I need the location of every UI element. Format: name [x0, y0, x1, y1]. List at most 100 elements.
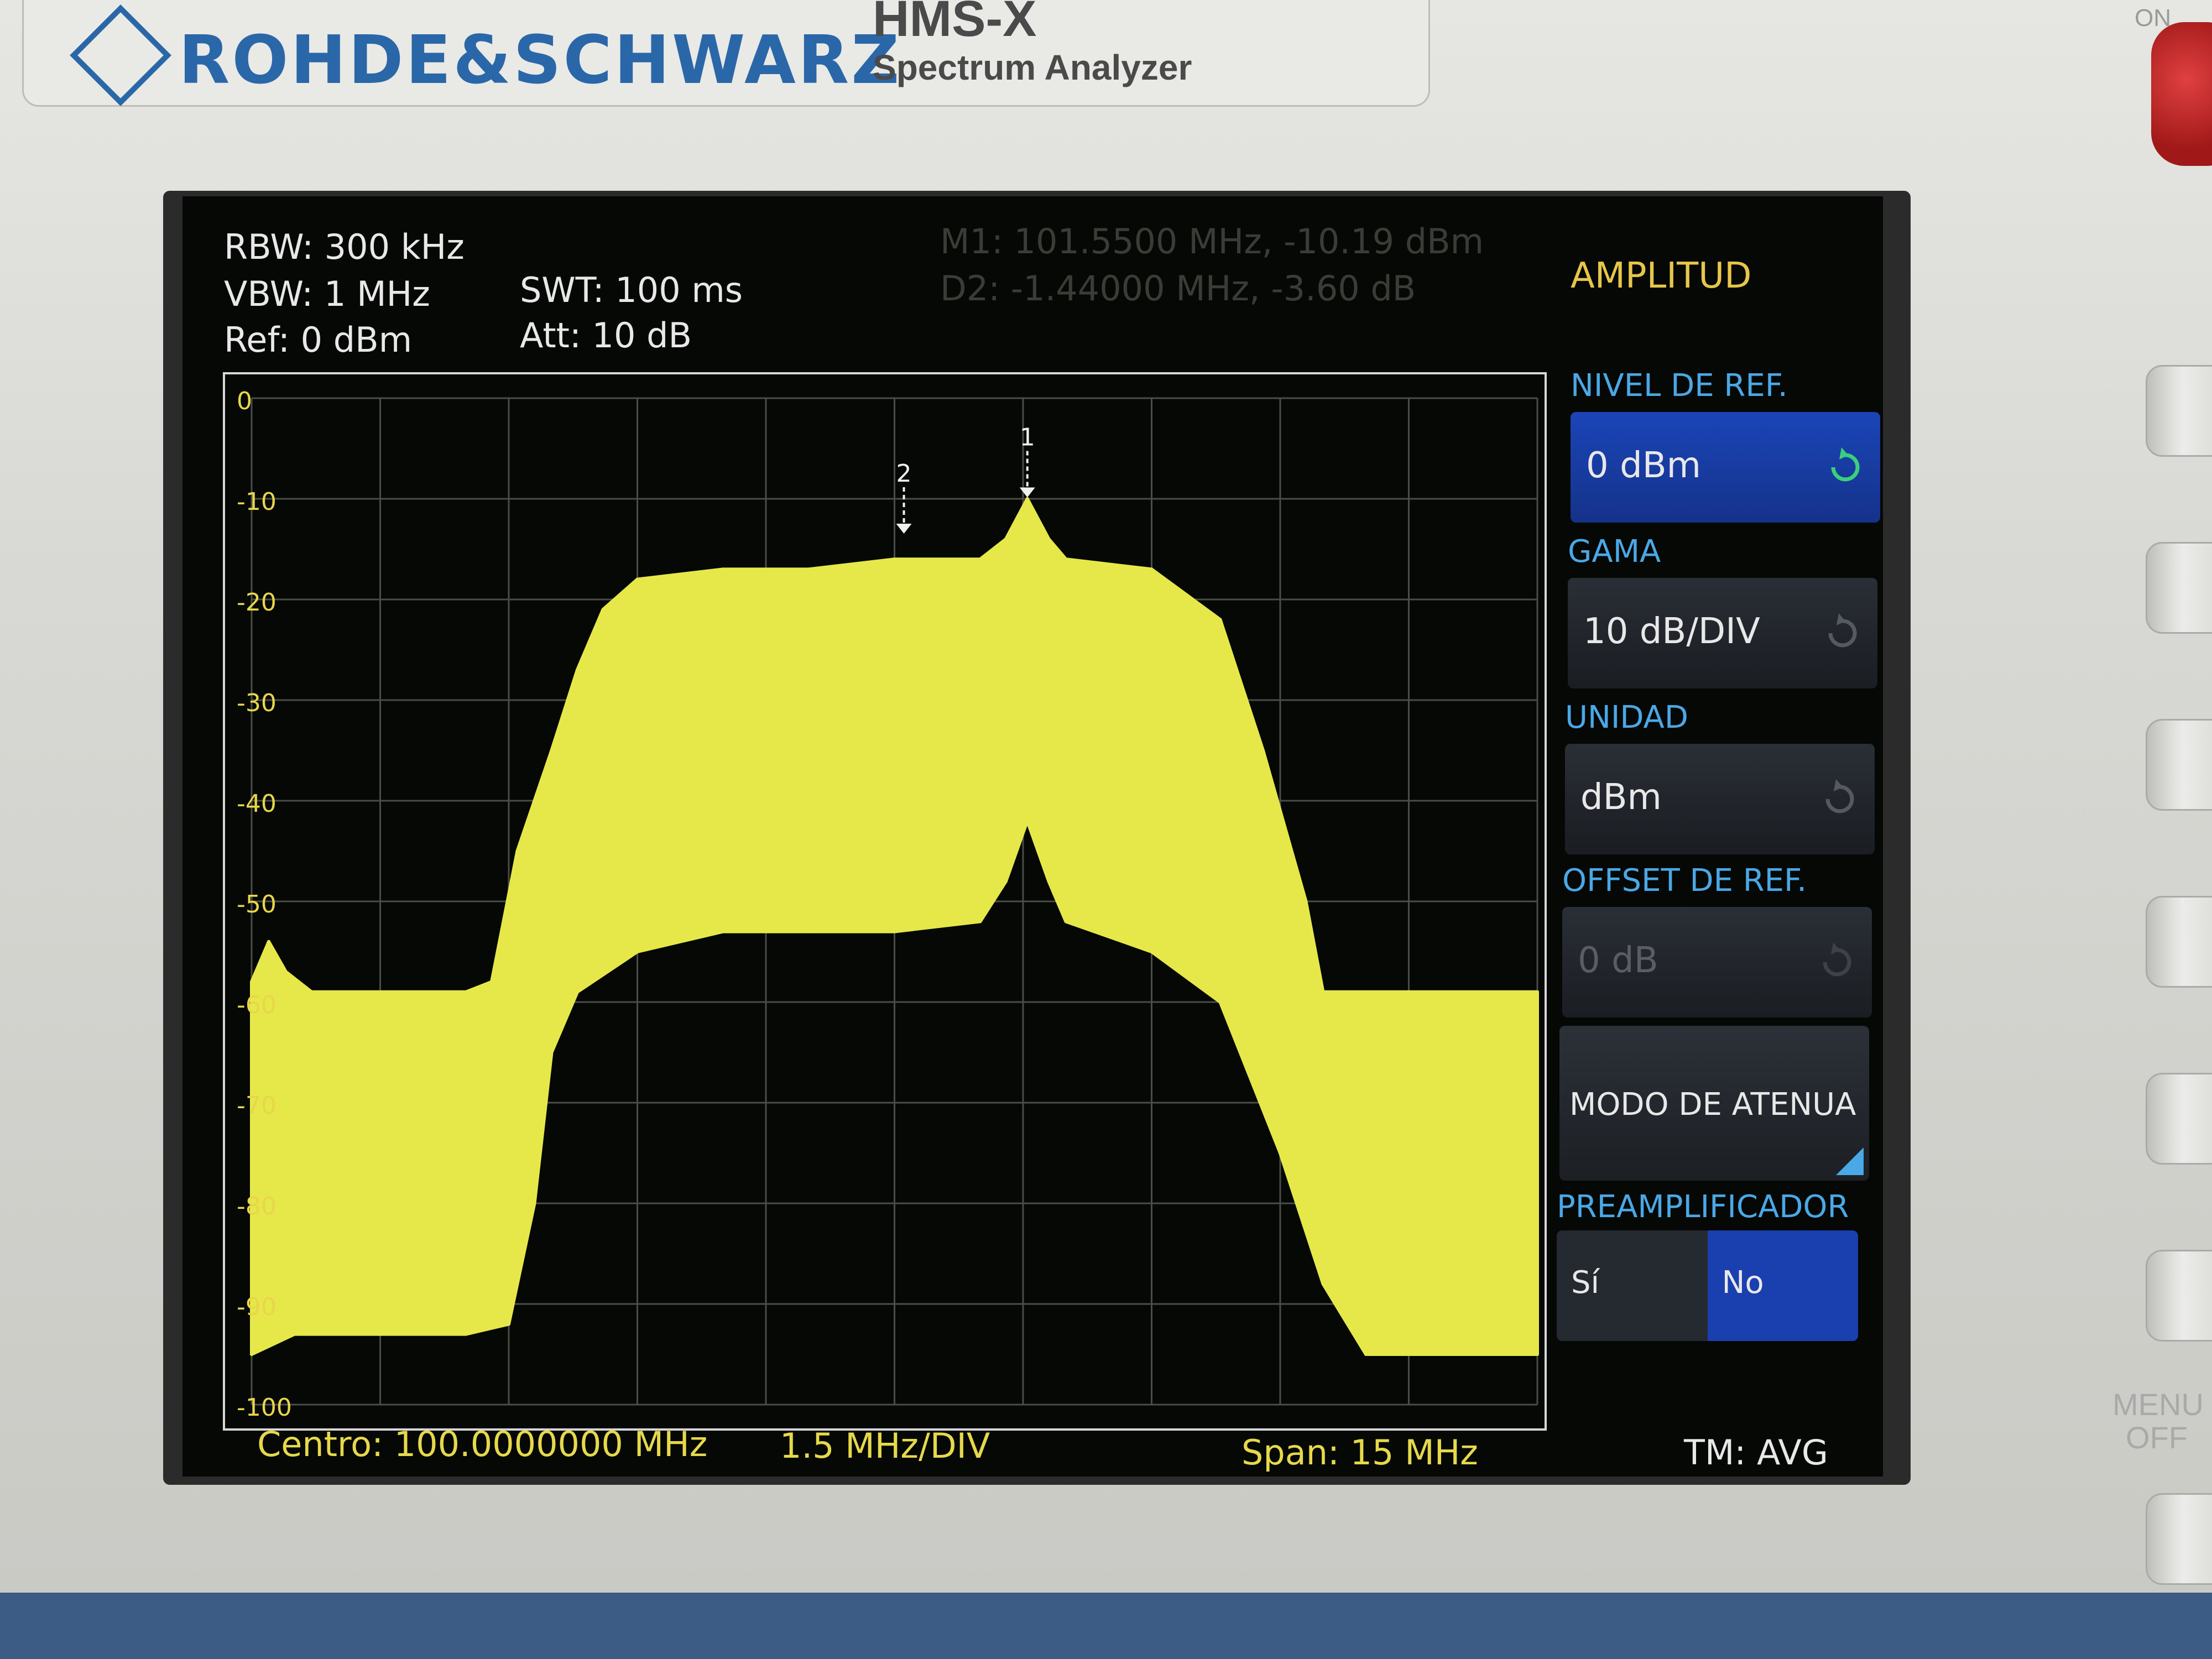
trace-point-min	[721, 930, 725, 933]
trace-point-max	[1407, 990, 1411, 994]
soft-key-2[interactable]	[2146, 542, 2212, 634]
trace-point-max	[721, 567, 725, 571]
trace-point-max	[378, 990, 382, 994]
soft-key-5[interactable]	[2146, 1073, 2212, 1165]
frequency-per-div: 1.5 MHz/DIV	[780, 1426, 990, 1466]
trace-point-min	[1064, 920, 1068, 924]
trace-point-max	[1025, 497, 1029, 500]
trace-point-max	[601, 608, 605, 612]
center-frequency: Centro: 100.0000000 MHz	[257, 1424, 708, 1464]
rbw-readout: RBW: 300 kHz	[224, 227, 465, 267]
trace-point-max	[1321, 990, 1325, 994]
ref-offset-label: OFFSET DE REF.	[1562, 863, 1807, 899]
trace-point-min	[507, 1322, 510, 1326]
trace-point-max	[1218, 618, 1222, 622]
unit-button[interactable]: dBm	[1565, 744, 1875, 854]
preamp-option-no[interactable]: No	[1707, 1230, 1858, 1341]
preamp-option-no-label: No	[1721, 1265, 1764, 1301]
preamp-label: PREAMPLIFICADOR	[1557, 1189, 1849, 1225]
trace-point-min	[1364, 1353, 1368, 1356]
preamp-toggle[interactable]: Sí No	[1557, 1230, 1858, 1341]
trace-point-min	[807, 930, 811, 933]
trace-point-max	[1347, 990, 1350, 994]
rotate-icon	[1823, 942, 1851, 977]
trace-point-max	[550, 749, 554, 752]
trace-point-max	[250, 980, 253, 984]
trace-point-max	[284, 970, 288, 974]
soft-key-6[interactable]	[2146, 1250, 2212, 1342]
delta-2-readout: D2: -1.44000 MHz, -3.60 dB	[940, 268, 1416, 309]
trace-point-min	[1047, 879, 1051, 883]
trace-point-max	[1536, 990, 1539, 994]
trace-point-min	[978, 920, 982, 924]
trace-point-min	[1150, 950, 1154, 953]
trace-point-max	[893, 557, 896, 561]
trace-point-max	[1047, 537, 1051, 541]
trace-point-min	[1493, 1353, 1496, 1356]
y-tick-label: -10	[237, 488, 276, 516]
trace-point-min	[1025, 819, 1029, 823]
y-tick-label: -90	[237, 1293, 276, 1321]
trace-point-min	[550, 1051, 554, 1054]
trace-point-min	[378, 1332, 382, 1336]
menu-off-key[interactable]	[2146, 1493, 2212, 1585]
trace-point-min	[1321, 1282, 1325, 1286]
trace-point-min	[893, 930, 896, 933]
power-button[interactable]	[2151, 22, 2212, 166]
ref-level-value: 0 dBm	[1586, 445, 1701, 486]
soft-key-1[interactable]	[2146, 365, 2212, 457]
y-tick-label: -40	[237, 790, 276, 818]
range-label: GAMA	[1568, 534, 1661, 570]
brand-strip: ROHDE&SCHWARZ HMS-X Spectrum Analyzer	[22, 0, 1430, 107]
unit-value: dBm	[1580, 777, 1662, 818]
trace-point-max	[1304, 900, 1308, 903]
ref-offset-button[interactable]: 0 dB	[1562, 907, 1872, 1018]
trace-point-max	[1261, 749, 1265, 752]
trace-point-max	[1064, 557, 1068, 561]
preamp-option-si[interactable]: Sí	[1557, 1230, 1708, 1341]
rotate-icon	[1831, 447, 1860, 482]
atten-mode-button[interactable]: MODO DE ATENUA	[1559, 1026, 1869, 1181]
trace-point-max	[1150, 567, 1154, 571]
trace-point-min	[1407, 1353, 1411, 1356]
trace-point-max	[1493, 990, 1496, 994]
y-tick-label: 0	[237, 387, 252, 415]
swt-readout: SWT: 100 ms	[520, 270, 743, 310]
trace-point-min	[635, 950, 639, 953]
front-panel-strip	[0, 1593, 2212, 1659]
soft-key-3[interactable]	[2146, 719, 2212, 811]
marker-label: 2	[896, 460, 912, 488]
range-value: 10 dB/DIV	[1583, 611, 1760, 652]
ref-readout: Ref: 0 dBm	[224, 320, 413, 360]
marker-1-readout: M1: 101.5500 MHz, -10.19 dBm	[940, 221, 1484, 262]
trace-point-min	[1218, 1000, 1222, 1004]
brand-name: ROHDE&SCHWARZ	[179, 22, 902, 99]
ref-level-button[interactable]: 0 dBm	[1571, 412, 1880, 523]
trace-point-max	[978, 557, 982, 561]
trace-point-min	[250, 1353, 253, 1356]
range-button[interactable]: 10 dB/DIV	[1568, 578, 1877, 688]
marker-label: 1	[1020, 423, 1035, 451]
trace-point-max	[515, 849, 519, 853]
trace-point-max	[464, 990, 468, 994]
trace-point-max	[807, 567, 811, 571]
vbw-readout: VBW: 1 MHz	[224, 274, 430, 314]
trace-point-max	[490, 980, 493, 984]
trace-point-max	[310, 990, 314, 994]
model-subtitle: Spectrum Analyzer	[873, 48, 1192, 87]
trace-point-min	[533, 1202, 536, 1205]
trace-point-min	[576, 990, 579, 994]
y-tick-label: -100	[237, 1394, 292, 1422]
model-name: HMS-X	[873, 0, 1037, 47]
span-readout: Span: 15 MHz	[1241, 1432, 1478, 1473]
soft-key-4[interactable]	[2146, 896, 2212, 988]
trace-point-max	[576, 668, 579, 672]
trace-point-min	[464, 1332, 468, 1336]
ref-level-label: NIVEL DE REF.	[1571, 368, 1788, 404]
submenu-corner-icon	[1836, 1147, 1864, 1175]
preamp-option-si-label: Sí	[1571, 1265, 1600, 1301]
trace-point-min	[1279, 1151, 1282, 1155]
menu-off-label: MENU OFF	[2112, 1387, 2204, 1455]
y-tick-label: -60	[237, 991, 276, 1019]
trace-point-max	[1004, 537, 1008, 541]
